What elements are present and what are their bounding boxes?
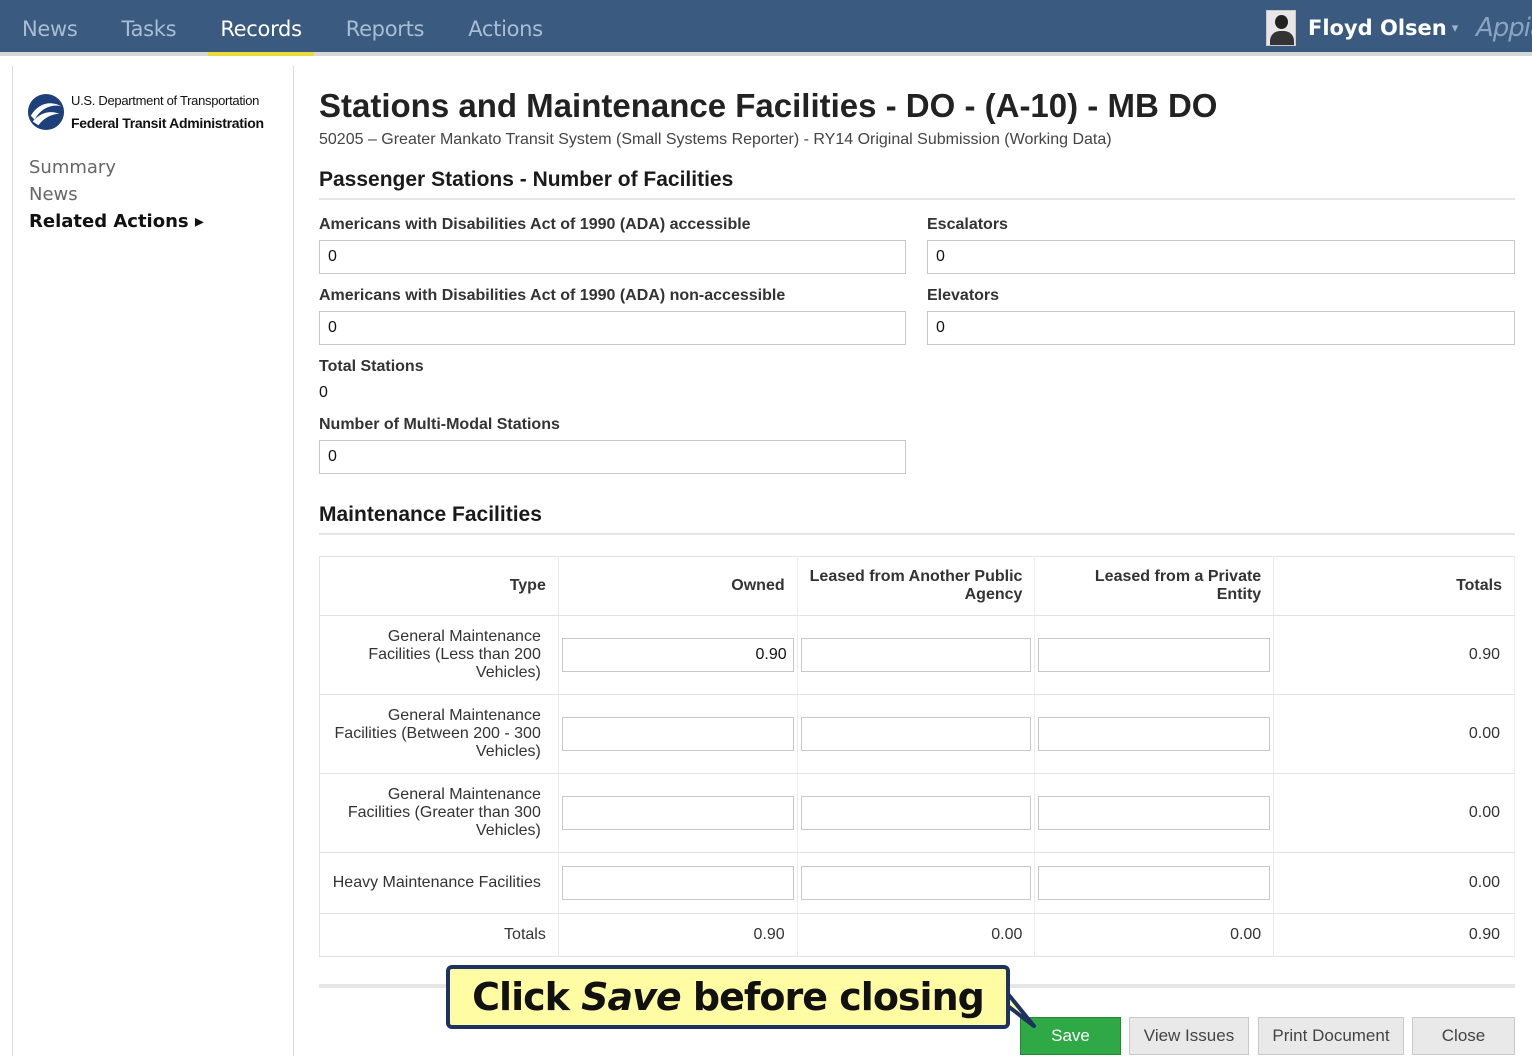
multimodal-stations-label: Number of Multi-Modal Stations bbox=[319, 416, 560, 433]
owned-input[interactable] bbox=[561, 796, 794, 830]
col-header-leased-private: Leased from a Private Entity bbox=[1034, 556, 1275, 616]
section-title-passenger-stations: Passenger Stations - Number of Facilitie… bbox=[319, 168, 1515, 200]
ada-non-accessible-input[interactable]: 0 bbox=[319, 311, 906, 345]
totals-grand-total: 0.90 bbox=[1273, 913, 1515, 957]
leased-public-input[interactable] bbox=[800, 796, 1032, 830]
record-nav: Summary News Related Actions ▸ bbox=[29, 154, 204, 235]
maintenance-facilities-table: Type Owned Leased from Another Public Ag… bbox=[319, 556, 1515, 957]
avatar bbox=[1266, 10, 1296, 46]
row-total: 0.90 bbox=[1273, 615, 1515, 695]
totals-leased-private: 0.00 bbox=[1034, 913, 1275, 957]
row-total: 0.00 bbox=[1273, 694, 1515, 774]
sidebar-item-related-actions[interactable]: Related Actions ▸ bbox=[29, 208, 204, 235]
leased-private-input[interactable] bbox=[1038, 866, 1271, 900]
row-type-label: General Maintenance Facilities (Greater … bbox=[319, 773, 559, 853]
view-issues-button[interactable]: View Issues bbox=[1129, 1017, 1249, 1055]
nav-tab-tasks[interactable]: Tasks bbox=[100, 0, 199, 56]
owned-input[interactable] bbox=[561, 717, 794, 751]
org-name-line1: U.S. Department of Transportation bbox=[71, 93, 260, 108]
close-button[interactable]: Close bbox=[1412, 1017, 1515, 1055]
nav-tab-reports[interactable]: Reports bbox=[324, 0, 446, 56]
elevators-input[interactable]: 0 bbox=[927, 311, 1515, 345]
elevators-label: Elevators bbox=[927, 287, 1000, 304]
nav-tab-news[interactable]: News bbox=[0, 0, 100, 56]
leased-private-input[interactable] bbox=[1038, 717, 1271, 751]
totals-label: Totals bbox=[319, 913, 559, 957]
total-stations-label: Total Stations bbox=[319, 358, 424, 375]
ada-accessible-input[interactable]: 0 bbox=[319, 240, 906, 274]
sidebar-item-summary[interactable]: Summary bbox=[29, 154, 204, 181]
section-title-maintenance-facilities: Maintenance Facilities bbox=[319, 503, 1515, 535]
callout-text-pre: Click bbox=[472, 975, 582, 1019]
tutorial-callout: Click Save before closing bbox=[446, 965, 1010, 1029]
totals-leased-public: 0.00 bbox=[797, 913, 1036, 957]
col-header-owned: Owned bbox=[558, 556, 798, 616]
leased-private-input[interactable] bbox=[1038, 638, 1271, 672]
org-name-line2: Federal Transit Administration bbox=[71, 115, 264, 131]
table-row: General Maintenance Facilities (Greater … bbox=[319, 773, 1515, 853]
table-header-row: Type Owned Leased from Another Public Ag… bbox=[319, 556, 1515, 616]
col-header-totals: Totals bbox=[1273, 556, 1515, 616]
ada-accessible-label: Americans with Disabilities Act of 1990 … bbox=[319, 216, 751, 233]
ada-non-accessible-label: Americans with Disabilities Act of 1990 … bbox=[319, 287, 786, 304]
sidebar-item-news[interactable]: News bbox=[29, 181, 204, 208]
user-name[interactable]: Floyd Olsen bbox=[1308, 16, 1447, 40]
page-title: Stations and Maintenance Facilities - DO… bbox=[319, 87, 1218, 124]
table-row: General Maintenance Facilities (Between … bbox=[319, 694, 1515, 774]
row-total: 0.00 bbox=[1273, 852, 1515, 914]
chevron-down-icon[interactable]: ▾ bbox=[1452, 20, 1459, 36]
user-menu[interactable]: Floyd Olsen ▾ bbox=[1266, 10, 1458, 46]
totals-row: Totals 0.90 0.00 0.00 0.90 bbox=[319, 913, 1515, 957]
main-header: Stations and Maintenance Facilities - DO… bbox=[319, 86, 1515, 150]
escalators-input[interactable]: 0 bbox=[927, 240, 1515, 274]
total-stations-value: 0 bbox=[319, 384, 328, 401]
page-subtitle: 50205 – Greater Mankato Transit System (… bbox=[319, 131, 1112, 148]
brand-logo: Appian bbox=[1476, 13, 1532, 43]
callout-text-post: before closing bbox=[680, 975, 985, 1019]
leased-public-input[interactable] bbox=[800, 866, 1032, 900]
leased-public-input[interactable] bbox=[800, 717, 1032, 751]
top-nav: News Tasks Records Reports Actions bbox=[0, 0, 565, 56]
sidebar: U.S. Department of Transportation Federa… bbox=[12, 66, 294, 1056]
totals-owned: 0.90 bbox=[558, 913, 798, 957]
agency-logo: U.S. Department of Transportation Federa… bbox=[27, 90, 264, 134]
table-row: Heavy Maintenance Facilities 0.00 bbox=[319, 852, 1515, 914]
callout-text-emphasis: Save bbox=[581, 975, 682, 1019]
owned-input[interactable]: 0.90 bbox=[561, 638, 794, 672]
row-type-label: General Maintenance Facilities (Less tha… bbox=[319, 615, 559, 695]
leased-public-input[interactable] bbox=[800, 638, 1032, 672]
nav-tab-actions[interactable]: Actions bbox=[446, 0, 565, 56]
row-type-label: General Maintenance Facilities (Between … bbox=[319, 694, 559, 774]
print-document-button[interactable]: Print Document bbox=[1258, 1017, 1404, 1055]
col-header-type: Type bbox=[319, 556, 559, 616]
escalators-label: Escalators bbox=[927, 216, 1008, 233]
multimodal-stations-input[interactable]: 0 bbox=[319, 440, 906, 474]
nav-tab-records[interactable]: Records bbox=[198, 0, 323, 56]
col-header-leased-public: Leased from Another Public Agency bbox=[797, 556, 1036, 616]
table-row: General Maintenance Facilities (Less tha… bbox=[319, 615, 1515, 695]
top-nav-bar: News Tasks Records Reports Actions Floyd… bbox=[0, 0, 1532, 56]
owned-input[interactable] bbox=[561, 866, 794, 900]
leased-private-input[interactable] bbox=[1038, 796, 1271, 830]
row-total: 0.00 bbox=[1273, 773, 1515, 853]
dot-logo-icon bbox=[27, 93, 65, 131]
row-type-label: Heavy Maintenance Facilities bbox=[319, 852, 559, 914]
